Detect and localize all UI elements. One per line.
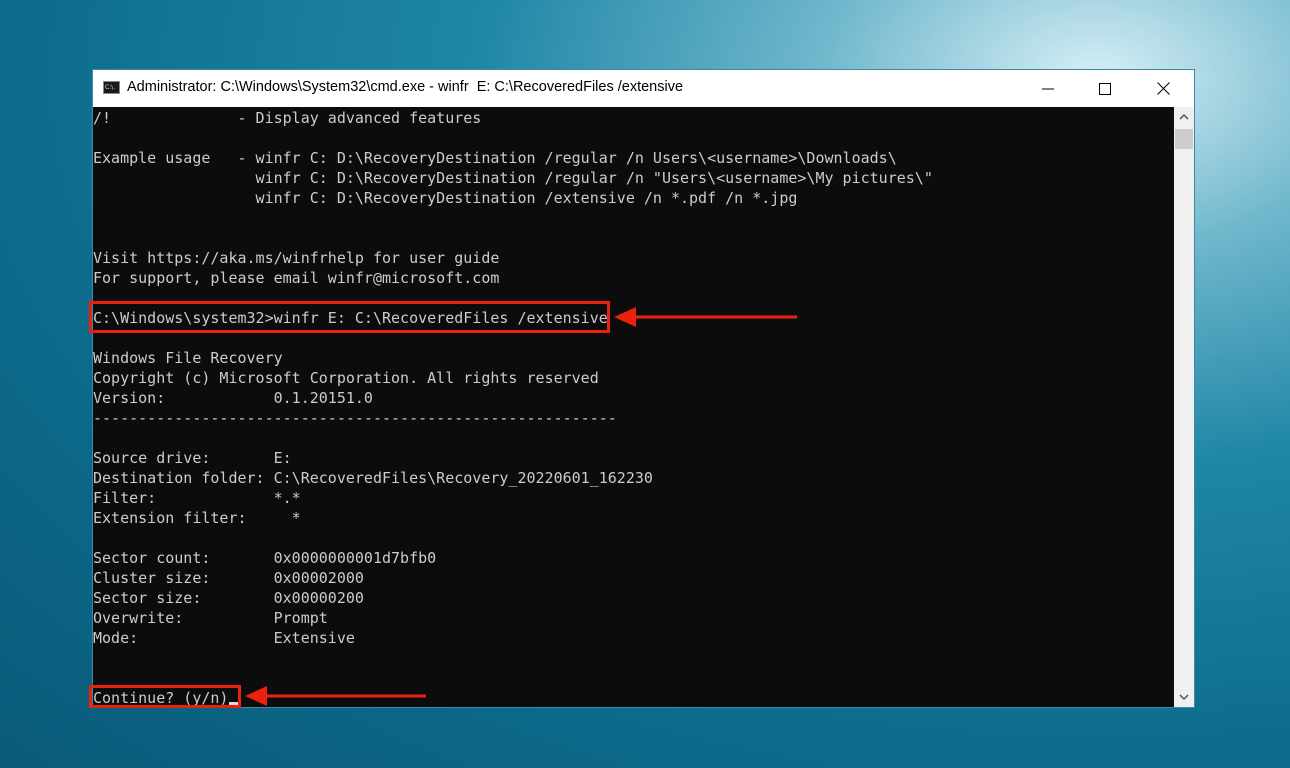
cmd-window: C:\. Administrator: C:\Windows\System32\… <box>93 70 1194 707</box>
terminal-line: For support, please email winfr@microsof… <box>93 269 500 287</box>
window-title: Administrator: C:\Windows\System32\cmd.e… <box>127 79 684 95</box>
terminal-line: Mode: Extensive <box>93 629 355 647</box>
vertical-scrollbar[interactable] <box>1174 107 1194 707</box>
continue-prompt-highlight-box <box>89 685 241 708</box>
terminal-line: Example usage - winfr C: D:\RecoveryDest… <box>93 149 897 167</box>
continue-arrow-icon <box>245 686 426 706</box>
scroll-up-arrow-icon[interactable] <box>1174 109 1194 125</box>
terminal-output[interactable]: /! - Display advanced features Example us… <box>93 107 1174 707</box>
close-icon <box>1156 82 1170 95</box>
scrollbar-thumb[interactable] <box>1175 129 1193 149</box>
maximize-button[interactable] <box>1076 70 1134 107</box>
terminal-line: Source drive: E: <box>93 449 292 467</box>
terminal-line: Filter: *.* <box>93 489 301 507</box>
terminal-line: Cluster size: 0x00002000 <box>93 569 364 587</box>
command-arrow-icon <box>614 307 797 327</box>
terminal-line: Destination folder: C:\RecoveredFiles\Re… <box>93 469 653 487</box>
command-highlight-box <box>89 301 610 333</box>
cmd-app-icon[interactable]: C:\. <box>103 81 120 94</box>
terminal-line: winfr C: D:\RecoveryDestination /regular… <box>93 169 933 187</box>
terminal-line: ----------------------------------------… <box>93 409 617 427</box>
terminal-line: Version: 0.1.20151.0 <box>93 389 373 407</box>
terminal-line: Sector count: 0x0000000001d7bfb0 <box>93 549 437 567</box>
terminal-line: Copyright (c) Microsoft Corporation. All… <box>93 369 599 387</box>
terminal-line: Visit https://aka.ms/winfrhelp for user … <box>93 249 500 267</box>
terminal-line: /! - Display advanced features <box>93 109 482 127</box>
scroll-down-arrow-icon[interactable] <box>1174 689 1194 705</box>
minimize-icon <box>1042 88 1054 89</box>
close-button[interactable] <box>1134 70 1192 107</box>
terminal-line: Windows File Recovery <box>93 349 283 367</box>
terminal-line: winfr C: D:\RecoveryDestination /extensi… <box>93 189 798 207</box>
minimize-button[interactable] <box>1019 70 1077 107</box>
terminal-line: Extension filter: * <box>93 509 301 527</box>
terminal-line: Overwrite: Prompt <box>93 609 328 627</box>
title-bar[interactable]: C:\. Administrator: C:\Windows\System32\… <box>93 70 1194 107</box>
terminal-line: Sector size: 0x00000200 <box>93 589 364 607</box>
maximize-icon <box>1099 82 1111 95</box>
